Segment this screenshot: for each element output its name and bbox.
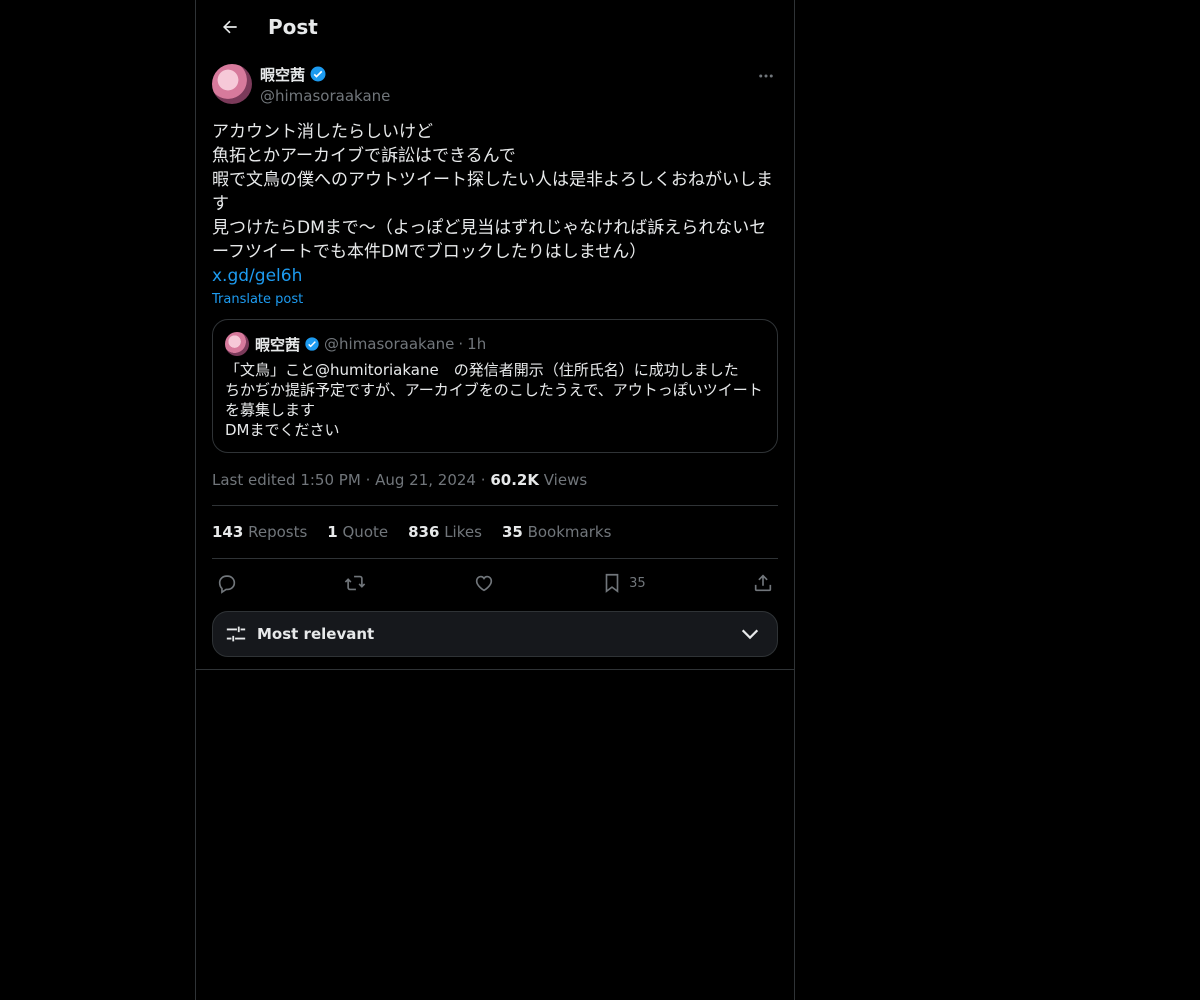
reposts-count: 143 xyxy=(212,523,244,541)
avatar xyxy=(225,332,249,356)
share-button[interactable] xyxy=(752,572,774,594)
likes-label: Likes xyxy=(444,523,482,541)
share-icon xyxy=(754,574,772,592)
post-date[interactable]: Aug 21, 2024 xyxy=(375,471,476,489)
reply-icon xyxy=(218,575,236,594)
arrow-left-icon xyxy=(223,20,237,34)
verified-badge-icon xyxy=(305,337,319,351)
views-count: 60.2K xyxy=(490,471,539,489)
quote-text: 「文鳥」こと@humitoriakane の発信者開示（住所氏名）に成功しました… xyxy=(225,361,763,439)
action-bar: 35 xyxy=(212,559,778,607)
bookmark-icon xyxy=(605,573,619,593)
quoted-post[interactable]: 暇空茜 @himasoraakane · 1h 「文鳥」こと@humitoria… xyxy=(212,319,778,453)
separator-dot: · xyxy=(365,471,371,489)
separator-dot: · xyxy=(458,335,464,353)
page-header: Post xyxy=(196,0,794,54)
post-meta: Last edited 1:50 PM · Aug 21, 2024 · 60.… xyxy=(212,471,778,489)
quote-author-handle: @himasoraakane xyxy=(324,335,455,353)
quote-time: 1h xyxy=(467,335,487,353)
sort-label: Most relevant xyxy=(257,625,375,643)
quotes-count: 1 xyxy=(327,523,338,541)
post-author: 暇空茜 @himasoraakane xyxy=(212,64,778,112)
post-text: アカウント消したらしいけど 魚拓とかアーカイブで訴訟はできるんで 暇で文鳥の僕へ… xyxy=(212,122,773,262)
quotes-label: Quote xyxy=(342,523,389,541)
likes-count: 836 xyxy=(408,523,440,541)
separator-dot: · xyxy=(480,471,486,489)
translate-post-link[interactable]: Translate post xyxy=(212,292,778,307)
repost-icon xyxy=(345,575,366,591)
page-title: Post xyxy=(268,15,318,39)
post: 暇空茜 @himasoraakane アカウント消したらしいけど 魚拓とかアーカ… xyxy=(196,54,794,657)
back-button[interactable] xyxy=(204,7,256,47)
bookmarks-label: Bookmarks xyxy=(527,523,612,541)
avatar[interactable] xyxy=(212,64,252,104)
reposts-label: Reposts xyxy=(248,523,308,541)
sliders-icon xyxy=(226,626,246,642)
more-horizontal-icon xyxy=(759,74,773,78)
post-column: Post 暇空茜 @himasoraakane アカウント消したらしいけど 魚拓… xyxy=(195,0,795,1000)
reply-sort-dropdown[interactable]: Most relevant xyxy=(212,611,778,657)
author-handle[interactable]: @himasoraakane xyxy=(260,87,390,105)
likes-stat[interactable]: 836 Likes xyxy=(408,523,482,541)
divider xyxy=(196,669,794,670)
reposts-stat[interactable]: 143 Reposts xyxy=(212,523,307,541)
views-label: Views xyxy=(543,471,588,489)
quotes-stat[interactable]: 1 Quote xyxy=(327,523,388,541)
quote-author-name: 暇空茜 xyxy=(255,335,301,354)
chevron-down-icon xyxy=(741,629,759,640)
more-options-button[interactable] xyxy=(754,64,778,88)
verified-badge-icon xyxy=(310,66,326,82)
repost-button[interactable] xyxy=(344,572,366,594)
author-name[interactable]: 暇空茜 xyxy=(260,64,305,85)
engagement-stats: 143 Reposts 1 Quote 836 Likes 35 Bookmar… xyxy=(212,505,778,559)
reply-button[interactable] xyxy=(216,572,238,594)
bookmarks-stat[interactable]: 35 Bookmarks xyxy=(502,523,611,541)
bookmark-count: 35 xyxy=(629,575,646,591)
bookmark-button[interactable]: 35 xyxy=(601,572,646,594)
post-link[interactable]: x.gd/gel6h xyxy=(212,264,778,288)
heart-icon xyxy=(475,575,492,592)
like-button[interactable] xyxy=(473,572,495,594)
bookmarks-count: 35 xyxy=(501,523,523,541)
edited-time[interactable]: Last edited 1:50 PM xyxy=(212,471,361,489)
